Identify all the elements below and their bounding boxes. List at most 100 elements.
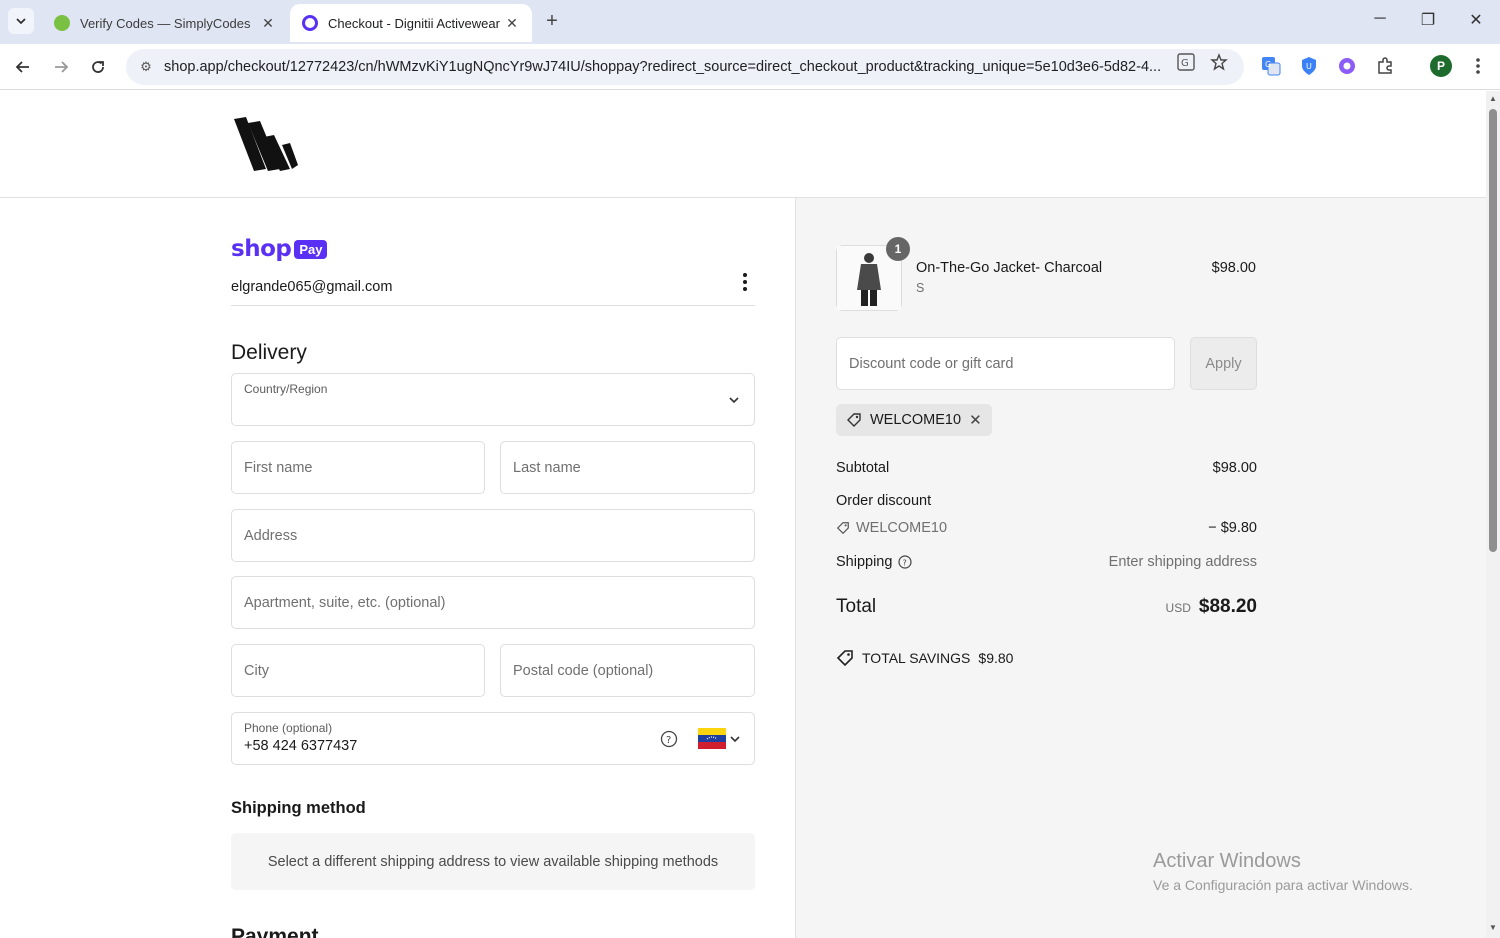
subtotal-label: Subtotal [836, 460, 890, 476]
dot-icon [743, 287, 747, 291]
google-translate-extension-icon[interactable]: G [1260, 55, 1282, 77]
tab-title: Checkout - Dignitii Activewear [328, 15, 500, 31]
chevron-down-icon [728, 394, 740, 406]
discount-code-line: WELCOME10 [836, 520, 947, 536]
first-name-placeholder: First name [244, 459, 313, 476]
svg-text:G: G [1181, 58, 1189, 69]
order-discount-row: Order discount [836, 493, 1257, 509]
discount-code-input[interactable]: Discount code or gift card [836, 337, 1175, 390]
url-text[interactable]: shop.app/checkout/12772423/cn/hWMzvKiY1u… [164, 59, 1164, 75]
svg-text:G: G [1265, 60, 1271, 69]
remove-discount-icon[interactable]: ✕ [969, 411, 982, 429]
bookmark-star-icon[interactable] [1210, 53, 1228, 71]
shop-favicon-icon [302, 15, 318, 31]
minimize-button[interactable]: ─ [1368, 10, 1392, 28]
country-code-select[interactable] [698, 728, 740, 749]
delivery-heading: Delivery [231, 341, 307, 364]
browser-toolbar: ⚙ shop.app/checkout/12772423/cn/hWMzvKiY… [0, 44, 1500, 90]
total-currency: USD [1165, 601, 1191, 615]
reload-icon [92, 61, 104, 73]
country-region-select[interactable]: Country/Region [231, 373, 755, 426]
city-placeholder: City [244, 662, 269, 679]
phone-label: Phone (optional) [244, 721, 333, 735]
payment-heading: Payment [231, 925, 319, 938]
close-window-button[interactable]: ✕ [1464, 10, 1488, 30]
pay-badge: Pay [294, 239, 328, 259]
svg-text:?: ? [666, 735, 671, 746]
restore-button[interactable]: ❐ [1416, 10, 1440, 30]
last-name-field[interactable]: Last name [500, 441, 755, 494]
close-tab-icon[interactable]: ✕ [260, 15, 276, 32]
new-tab-button[interactable]: + [540, 10, 564, 33]
postal-code-placeholder: Postal code (optional) [513, 662, 654, 679]
watermark-line2: Ve a Configuración para activar Windows. [1153, 877, 1413, 893]
bitwarden-shield-icon[interactable]: U [1298, 55, 1320, 77]
tag-icon [847, 413, 861, 427]
venezuela-flag-icon [698, 728, 726, 749]
account-email: elgrande065@gmail.com [231, 279, 393, 295]
tab-search-button[interactable] [8, 8, 34, 34]
windows-activation-watermark: Activar Windows Ve a Configuración para … [1153, 850, 1413, 893]
close-tab-icon[interactable]: ✕ [504, 15, 520, 32]
address-bar[interactable]: ⚙ shop.app/checkout/12772423/cn/hWMzvKiY… [126, 49, 1244, 85]
scroll-up-arrow-icon[interactable]: ▲ [1488, 94, 1498, 103]
tag-icon [836, 650, 853, 667]
apply-discount-button[interactable]: Apply [1190, 337, 1257, 390]
quantity-badge: 1 [886, 237, 910, 261]
apartment-field[interactable]: Apartment, suite, etc. (optional) [231, 576, 755, 629]
translate-icon[interactable]: G [1177, 53, 1195, 71]
total-amount-group: USD $88.20 [1166, 596, 1257, 618]
product-name: On-The-Go Jacket- Charcoal [916, 260, 1103, 276]
help-circle-icon[interactable]: ? [660, 730, 678, 753]
extensions-puzzle-icon[interactable] [1374, 55, 1396, 77]
phone-field[interactable]: Phone (optional) +58 424 6377437 ? [231, 712, 755, 765]
dignitii-logo[interactable] [232, 115, 300, 178]
applied-discount-chip: WELCOME10 ✕ [836, 404, 992, 436]
account-menu-button[interactable] [735, 270, 755, 294]
reload-button[interactable] [85, 54, 111, 80]
site-settings-icon[interactable]: ⚙ [136, 59, 156, 75]
chevron-down-icon [730, 735, 740, 742]
phone-value: +58 424 6377437 [244, 738, 358, 754]
first-name-field[interactable]: First name [231, 441, 485, 494]
watermark-line1: Activar Windows [1153, 850, 1301, 872]
divider [231, 305, 755, 306]
page-scrollbar[interactable]: ▲ ▼ [1486, 91, 1500, 938]
tab-title: Verify Codes — SimplyCodes [80, 15, 251, 31]
product-variant: S [916, 281, 925, 295]
postal-code-field[interactable]: Postal code (optional) [500, 644, 755, 697]
total-row: Total USD $88.20 [836, 596, 1257, 618]
simplycodes-favicon-icon [54, 15, 70, 31]
profile-avatar[interactable]: P [1430, 55, 1452, 77]
discount-code-text: WELCOME10 [856, 520, 948, 536]
scrollbar-thumb[interactable] [1489, 109, 1497, 552]
tab-simplycodes[interactable]: Verify Codes — SimplyCodes ✕ [42, 4, 288, 42]
address-placeholder: Address [244, 527, 298, 544]
address-field[interactable]: Address [231, 509, 755, 562]
back-button[interactable] [10, 54, 36, 80]
savings-value: $9.80 [978, 650, 1014, 666]
subtotal-value: $98.00 [1212, 460, 1257, 476]
browser-menu-icon[interactable] [1467, 55, 1489, 77]
tab-checkout[interactable]: Checkout - Dignitii Activewear ✕ [290, 4, 532, 42]
checkout-page: shop Pay elgrande065@gmail.com Delivery … [0, 91, 1486, 938]
extension-purple-icon[interactable] [1336, 55, 1358, 77]
city-field[interactable]: City [231, 644, 485, 697]
country-region-label: Country/Region [244, 382, 328, 396]
discount-code-placeholder: Discount code or gift card [849, 355, 1014, 372]
total-value: $88.20 [1198, 596, 1257, 617]
browser-tab-bar: Verify Codes — SimplyCodes ✕ Checkout - … [0, 0, 1500, 44]
shipping-method-heading: Shipping method [231, 799, 366, 817]
help-circle-icon[interactable]: ? [898, 555, 913, 569]
tag-icon [836, 522, 849, 535]
shop-pay-logo: shop Pay [231, 236, 328, 262]
product-price: $98.00 [1211, 260, 1256, 276]
forward-button[interactable] [48, 54, 74, 80]
shipping-row: Shipping ? Enter shipping address [836, 554, 1257, 570]
order-discount-label: Order discount [836, 493, 932, 509]
subtotal-row: Subtotal $98.00 [836, 460, 1257, 476]
scroll-down-arrow-icon[interactable]: ▼ [1488, 923, 1498, 932]
applied-discount-code: WELCOME10 [870, 412, 962, 428]
chevron-down-icon [16, 18, 26, 25]
arrow-right-icon [55, 61, 69, 73]
